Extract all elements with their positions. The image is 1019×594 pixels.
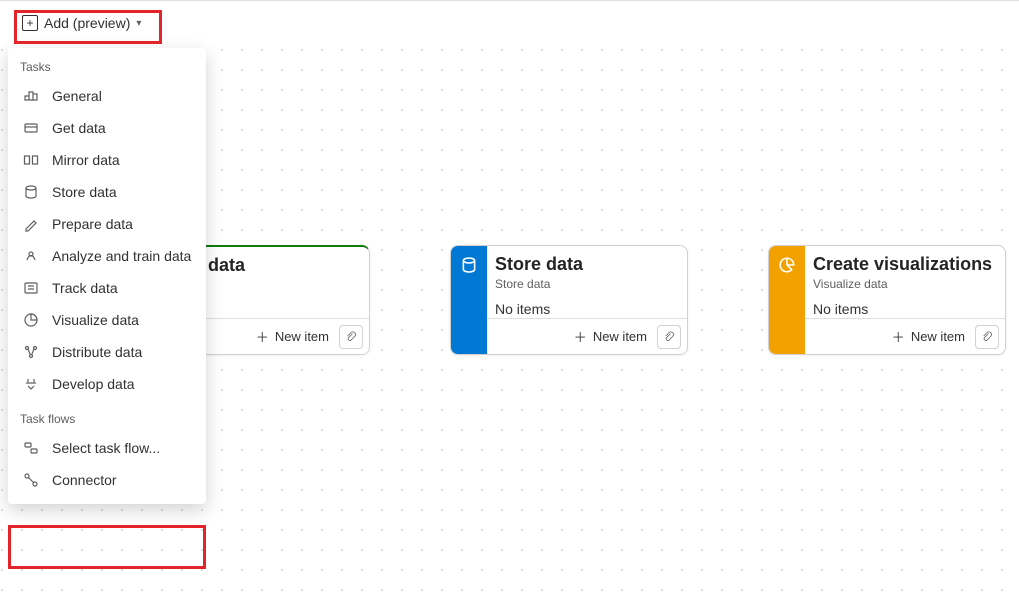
menu-item-connector[interactable]: Connector bbox=[8, 464, 206, 496]
plus-icon: ＋ bbox=[574, 327, 587, 346]
plus-icon: ＋ bbox=[256, 327, 269, 346]
pie-chart-icon bbox=[778, 256, 796, 274]
menu-item-label: Prepare data bbox=[52, 216, 133, 232]
new-item-button[interactable]: ＋ New item bbox=[568, 323, 653, 350]
task-flow-icon bbox=[22, 440, 40, 456]
mirror-data-icon bbox=[22, 152, 40, 168]
attach-button[interactable] bbox=[657, 325, 681, 349]
menu-item-label: General bbox=[52, 88, 102, 104]
card-store-data[interactable]: Store data Store data No items ＋ New ite… bbox=[450, 245, 688, 355]
attach-button[interactable] bbox=[975, 325, 999, 349]
menu-item-track-data[interactable]: Track data bbox=[8, 272, 206, 304]
card-create-visualizations[interactable]: Create visualizations Visualize data No … bbox=[768, 245, 1006, 355]
card-noitems: No items bbox=[813, 301, 995, 317]
new-item-label: New item bbox=[911, 329, 965, 344]
toolbar: + Add (preview) ▾ bbox=[0, 0, 1019, 45]
menu-item-mirror-data[interactable]: Mirror data bbox=[8, 144, 206, 176]
database-icon bbox=[460, 256, 478, 274]
general-icon bbox=[22, 88, 40, 104]
card-accent bbox=[769, 246, 805, 354]
new-item-button[interactable]: ＋ New item bbox=[250, 323, 335, 350]
menu-item-label: Mirror data bbox=[52, 152, 120, 168]
add-dropdown: Tasks General Get data Mirror data Store… bbox=[8, 48, 206, 504]
menu-item-analyze-train-data[interactable]: Analyze and train data bbox=[8, 240, 206, 272]
menu-item-select-task-flow[interactable]: Select task flow... bbox=[8, 432, 206, 464]
card-subtitle: Store data bbox=[495, 277, 677, 291]
menu-item-develop-data[interactable]: Develop data bbox=[8, 368, 206, 400]
attach-icon bbox=[664, 330, 674, 344]
menu-item-label: Get data bbox=[52, 120, 106, 136]
menu-item-label: Visualize data bbox=[52, 312, 139, 328]
plus-icon: ＋ bbox=[892, 327, 905, 346]
card-noitems: No items bbox=[495, 301, 677, 317]
dropdown-section-tasks: Tasks bbox=[8, 54, 206, 80]
new-item-button[interactable]: ＋ New item bbox=[886, 323, 971, 350]
menu-item-general[interactable]: General bbox=[8, 80, 206, 112]
menu-item-label: Analyze and train data bbox=[52, 248, 191, 264]
distribute-icon bbox=[22, 344, 40, 360]
analyze-icon bbox=[22, 248, 40, 264]
get-data-icon bbox=[22, 120, 40, 136]
menu-item-visualize-data[interactable]: Visualize data bbox=[8, 304, 206, 336]
dropdown-section-flows: Task flows bbox=[8, 406, 206, 432]
attach-icon bbox=[982, 330, 992, 344]
attach-button[interactable] bbox=[339, 325, 363, 349]
develop-icon bbox=[22, 376, 40, 392]
menu-item-label: Develop data bbox=[52, 376, 135, 392]
menu-item-label: Connector bbox=[52, 472, 117, 488]
menu-item-store-data[interactable]: Store data bbox=[8, 176, 206, 208]
menu-item-prepare-data[interactable]: Prepare data bbox=[8, 208, 206, 240]
menu-item-distribute-data[interactable]: Distribute data bbox=[8, 336, 206, 368]
card-title: Create visualizations bbox=[813, 254, 995, 275]
card-subtitle: Visualize data bbox=[813, 277, 995, 291]
menu-item-label: Select task flow... bbox=[52, 440, 160, 456]
card-footer: ＋ New item bbox=[487, 318, 687, 354]
card-body: Store data Store data No items ＋ New ite… bbox=[487, 246, 687, 354]
menu-item-get-data[interactable]: Get data bbox=[8, 112, 206, 144]
menu-item-label: Track data bbox=[52, 280, 118, 296]
add-button-label: Add (preview) bbox=[44, 15, 130, 31]
track-data-icon bbox=[22, 280, 40, 296]
card-body: Create visualizations Visualize data No … bbox=[805, 246, 1005, 354]
add-button[interactable]: + Add (preview) ▾ bbox=[12, 9, 151, 37]
new-item-label: New item bbox=[275, 329, 329, 344]
card-title: Store data bbox=[495, 254, 677, 275]
plus-icon: + bbox=[22, 15, 38, 31]
chevron-down-icon: ▾ bbox=[136, 18, 141, 29]
card-accent bbox=[451, 246, 487, 354]
prepare-data-icon bbox=[22, 216, 40, 232]
menu-item-label: Distribute data bbox=[52, 344, 142, 360]
visualize-icon bbox=[22, 312, 40, 328]
attach-icon bbox=[346, 330, 356, 344]
card-footer: ＋ New item bbox=[805, 318, 1005, 354]
menu-item-label: Store data bbox=[52, 184, 117, 200]
store-data-icon bbox=[22, 184, 40, 200]
new-item-label: New item bbox=[593, 329, 647, 344]
connector-icon bbox=[22, 472, 40, 488]
